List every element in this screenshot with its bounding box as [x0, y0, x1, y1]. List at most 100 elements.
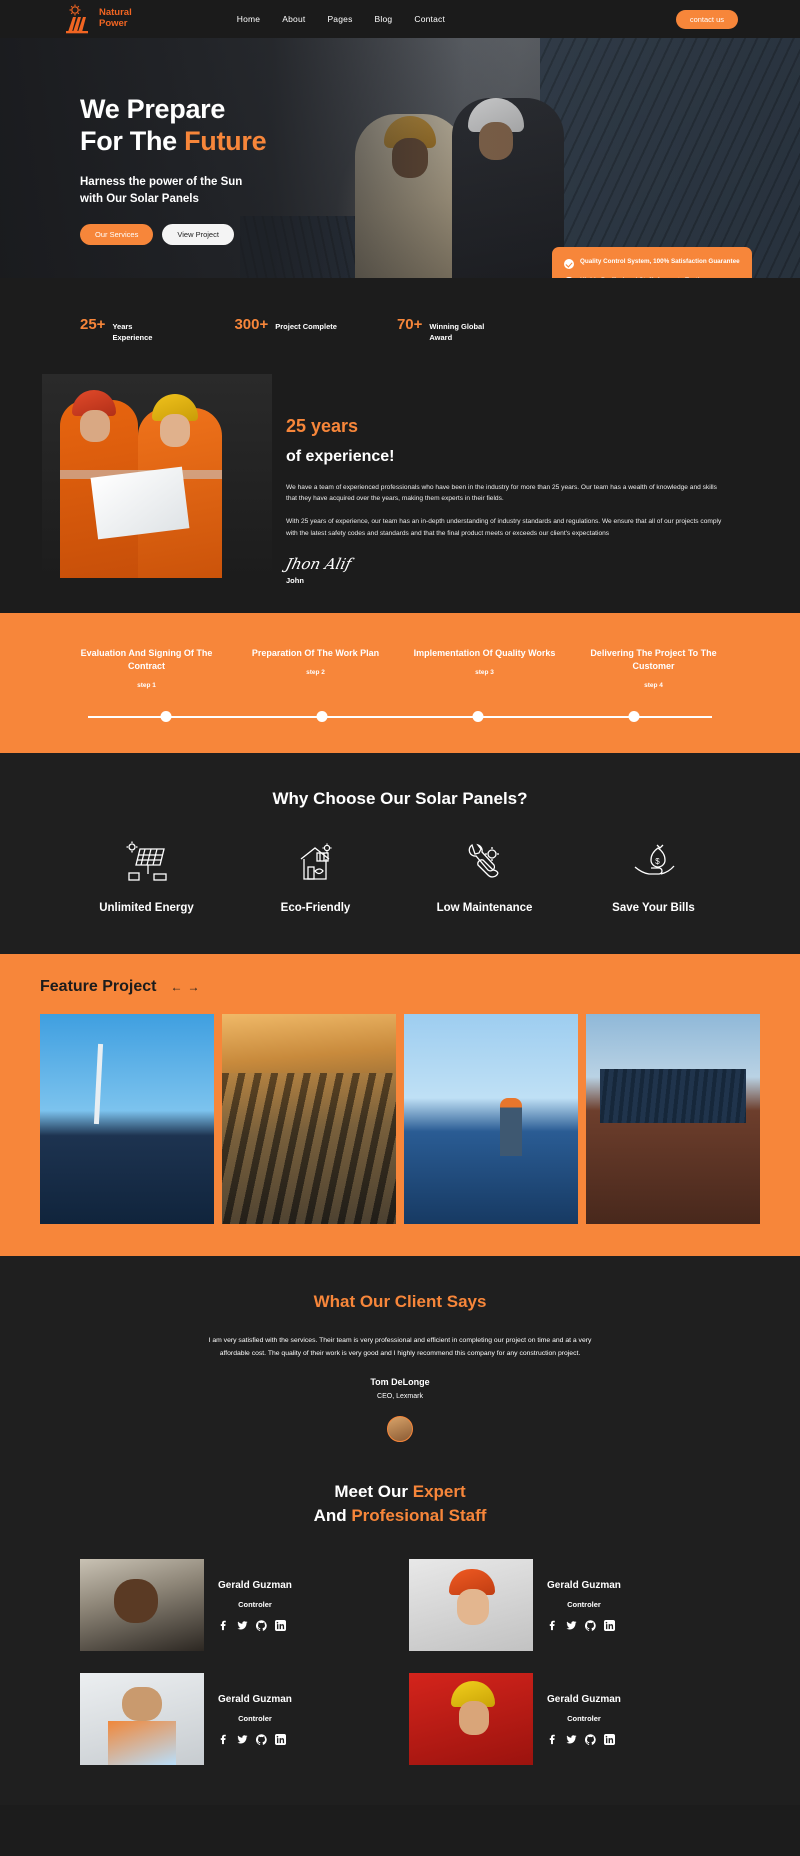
- worker-right-face: [160, 413, 190, 447]
- experience-heading-main: of experience!: [286, 447, 395, 465]
- why-item-label: Unlimited Energy: [99, 902, 194, 915]
- feature-projects-section: Feature Project ← →: [0, 954, 800, 1257]
- steps-row: Evaluation And Signing Of The Contract s…: [62, 647, 738, 689]
- member-photo: [80, 1672, 204, 1765]
- svg-text:$: $: [655, 857, 660, 866]
- nav-item-blog[interactable]: Blog: [375, 14, 393, 24]
- why-item: Unlimited Energy: [62, 841, 231, 914]
- twitter-icon[interactable]: [566, 1618, 577, 1630]
- money-bag-hand-icon: $: [631, 841, 677, 886]
- member-info: Gerald Guzman Controler: [218, 1673, 292, 1765]
- wrench-icon: [462, 841, 508, 886]
- linkedin-icon[interactable]: [275, 1618, 286, 1632]
- nav-item-home[interactable]: Home: [237, 14, 260, 24]
- step-dot-1[interactable]: [160, 711, 172, 723]
- step-title: Implementation Of Quality Works: [413, 648, 556, 659]
- logo-line-1: Natural: [99, 7, 132, 19]
- step-number: step 3: [475, 669, 494, 677]
- stat-label: Years Experience: [112, 322, 153, 342]
- github-icon[interactable]: [255, 1732, 267, 1746]
- testimonial-heading: What Our Client Says: [313, 1292, 487, 1312]
- projects-header: Feature Project ← →: [40, 978, 760, 996]
- project-card-house-solar[interactable]: [586, 1014, 760, 1225]
- why-item-label: Low Maintenance: [436, 902, 533, 915]
- stat-number: 25+: [80, 316, 106, 333]
- navbar: Natural Power Home About Pages Blog Cont…: [0, 0, 800, 38]
- hero-buttons: Our Services View Project: [80, 224, 800, 246]
- github-icon[interactable]: [584, 1732, 596, 1746]
- project-card-wind-turbine[interactable]: [40, 1014, 214, 1225]
- nav-item-contact[interactable]: Contact: [414, 14, 445, 24]
- step-number: step 4: [644, 682, 663, 690]
- facebook-icon[interactable]: [547, 1618, 558, 1631]
- signature-image: Jhon Alif: [283, 555, 354, 574]
- project-card-rooftop-sunset[interactable]: [222, 1014, 396, 1225]
- step-dot-4[interactable]: [628, 711, 640, 723]
- stats-section: 25+ Years Experience 300+ Project Comple…: [0, 278, 800, 374]
- logo-line-2: Power: [99, 18, 128, 29]
- step-number: step 1: [137, 682, 156, 690]
- why-choose-heading: Why Choose Our Solar Panels?: [272, 789, 528, 809]
- steps-progress-line: [88, 711, 712, 723]
- our-services-button[interactable]: Our Services: [80, 224, 154, 246]
- linkedin-icon[interactable]: [275, 1732, 286, 1746]
- twitter-icon[interactable]: [237, 1618, 248, 1630]
- check-circle-icon: [564, 277, 574, 278]
- github-icon[interactable]: [584, 1618, 596, 1632]
- feature-item: Quality Control System, 100% Satisfactio…: [564, 258, 740, 269]
- team-member: Gerald Guzman Controler: [409, 1558, 720, 1651]
- member-social-links: [218, 1618, 292, 1632]
- solar-logo-icon: [62, 4, 94, 34]
- member-social-links: [218, 1732, 292, 1746]
- experience-paragraph-1: We have a team of experienced profession…: [286, 483, 717, 503]
- view-project-button[interactable]: View Project: [162, 224, 234, 246]
- nav-item-pages[interactable]: Pages: [327, 14, 352, 24]
- step-dot-2[interactable]: [316, 711, 328, 723]
- member-role: Controler: [238, 1714, 272, 1724]
- site-logo[interactable]: Natural Power: [62, 4, 132, 34]
- main-nav: Home About Pages Blog Contact: [237, 14, 445, 24]
- contact-us-button[interactable]: contact us: [675, 9, 738, 29]
- member-social-links: [547, 1732, 621, 1746]
- member-social-links: [547, 1618, 621, 1632]
- experience-paragraph-2: With 25 years of experience, our team ha…: [286, 518, 722, 537]
- facebook-icon[interactable]: [218, 1732, 229, 1745]
- step-title: Delivering The Project To The Customer: [590, 648, 717, 672]
- experience-heading-accent: 25 years: [286, 415, 359, 436]
- member-info: Gerald Guzman Controler: [218, 1559, 292, 1651]
- stat-item: 300+ Project Complete: [234, 316, 336, 333]
- projects-grid: [40, 1014, 760, 1225]
- worker-left-face: [80, 409, 110, 442]
- facebook-icon[interactable]: [547, 1732, 558, 1745]
- why-item-label: Eco-Friendly: [280, 902, 351, 915]
- facebook-icon[interactable]: [218, 1618, 229, 1631]
- linkedin-icon[interactable]: [604, 1732, 615, 1746]
- hero-section: We Prepare For The Future Harness the po…: [0, 38, 800, 278]
- member-role: Controler: [238, 1600, 272, 1610]
- eco-house-icon: [293, 841, 339, 886]
- experience-section: 25 years of experience! We have a team o…: [0, 373, 800, 614]
- hero-content: We Prepare For The Future Harness the po…: [0, 38, 800, 246]
- stat-number: 300+: [234, 316, 269, 333]
- hero-subtitle-line-2: with Our Solar Panels: [80, 192, 199, 205]
- testimonial-quote: I am very satisfied with the services. T…: [208, 1337, 592, 1358]
- member-role: Controler: [567, 1600, 601, 1610]
- next-arrow-icon[interactable]: →: [187, 980, 199, 994]
- nav-item-about[interactable]: About: [282, 14, 305, 24]
- step-dot-3[interactable]: [472, 711, 484, 723]
- testimonial-avatar: [387, 1415, 413, 1442]
- process-steps-section: Evaluation And Signing Of The Contract s…: [0, 613, 800, 754]
- blueprint-paper: [90, 466, 190, 540]
- twitter-icon[interactable]: [566, 1732, 577, 1744]
- team-heading: Meet Our Expert And Profesional Staff: [0, 1480, 800, 1529]
- page-root: Natural Power Home About Pages Blog Cont…: [0, 0, 800, 1805]
- linkedin-icon[interactable]: [604, 1618, 615, 1632]
- project-card-technician[interactable]: [404, 1014, 578, 1225]
- step-item: Evaluation And Signing Of The Contract s…: [62, 647, 231, 689]
- prev-arrow-icon[interactable]: ←: [170, 980, 182, 994]
- why-item: $ Save Your Bills: [569, 841, 738, 914]
- experience-text: 25 years of experience! We have a team o…: [272, 374, 800, 585]
- member-photo: [80, 1558, 204, 1651]
- twitter-icon[interactable]: [237, 1732, 248, 1744]
- github-icon[interactable]: [255, 1618, 267, 1632]
